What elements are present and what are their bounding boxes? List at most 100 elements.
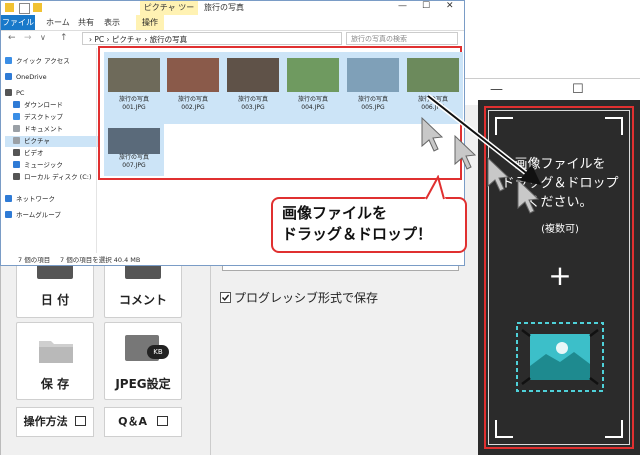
tab-share[interactable]: 共有 xyxy=(78,15,94,30)
nav-item-icon xyxy=(5,89,12,96)
progressive-checkbox[interactable] xyxy=(220,292,231,303)
drop-zone-subtext: (複数可) xyxy=(541,224,579,235)
photo-image xyxy=(108,128,160,154)
nav-item-label: ミュージック xyxy=(24,161,63,169)
nav-item[interactable]: PC xyxy=(5,88,95,99)
nav-item-label: ビデオ xyxy=(24,149,44,157)
nav-item[interactable]: クイック アクセス xyxy=(5,56,95,67)
minimize-button[interactable]: — xyxy=(490,82,503,97)
photo-filename: 006.JPG xyxy=(421,104,445,111)
status-item-count: 7 個の項目 xyxy=(18,256,51,264)
address-bar[interactable]: › PC › ピクチャ › 旅行の写真 xyxy=(82,32,342,45)
search-input[interactable]: 旅行の写真の検索 xyxy=(346,32,458,45)
close-icon[interactable]: ✕ xyxy=(446,1,454,11)
folder-icon xyxy=(5,3,14,12)
photo-filename: 001.JPG xyxy=(122,104,146,111)
properties-icon[interactable] xyxy=(19,3,30,14)
nav-item[interactable]: ピクチャ xyxy=(5,136,103,147)
howto-button[interactable]: 操作方法 xyxy=(16,407,94,437)
tab-home[interactable]: ホーム xyxy=(46,15,70,30)
photo-thumbnail[interactable]: 旅行の写真 007.JPG xyxy=(104,122,164,176)
new-folder-icon[interactable] xyxy=(33,3,42,12)
photo-filename: 007.JPG xyxy=(122,162,146,169)
nav-item-icon xyxy=(13,101,20,108)
ribbon-tabs xyxy=(1,15,464,31)
photo-name: 旅行の写真 xyxy=(417,96,448,103)
photo-name: 旅行の写真 xyxy=(297,96,328,103)
photo-thumbnail[interactable]: 旅行の写真 001.JPG xyxy=(104,52,164,124)
photo-filename: 005.JPG xyxy=(361,104,385,111)
pane-divider xyxy=(96,48,97,253)
nav-item-label: OneDrive xyxy=(16,73,47,81)
drop-zone-line1: 画像ファイルを xyxy=(514,157,606,172)
save-label: 保 存 xyxy=(40,377,70,391)
nav-item[interactable]: ホームグループ xyxy=(5,210,95,221)
nav-item[interactable]: デスクトップ xyxy=(5,112,103,123)
maximize-button[interactable]: ☐ xyxy=(572,82,584,97)
up-icon[interactable]: ↑ xyxy=(60,33,68,43)
howto-label: 操作方法 xyxy=(23,415,68,428)
qa-label: Q＆A xyxy=(118,415,148,428)
nav-item-icon xyxy=(13,137,20,144)
photo-caption: 旅行の写真 001.JPG xyxy=(104,96,164,112)
callout-line1: 画像ファイルを xyxy=(282,204,388,222)
photo-image xyxy=(227,58,279,92)
nav-item[interactable]: ローカル ディスク (C:) xyxy=(5,172,103,183)
photo-filename: 003.JPG xyxy=(241,104,265,111)
nav-item[interactable]: ダウンロード xyxy=(5,100,103,111)
nav-item-label: PC xyxy=(16,89,25,97)
navigation-pane: クイック アクセス OneDrive PC ダウンロードデスクトップドキュメントピクチ… xyxy=(1,48,103,253)
nav-item-label: ネットワーク xyxy=(16,195,55,203)
photo-image xyxy=(407,58,459,92)
photo-caption: 旅行の写真 007.JPG xyxy=(104,154,164,170)
nav-item-icon xyxy=(13,173,20,180)
save-button[interactable]: 保 存 xyxy=(16,322,94,400)
nav-item[interactable]: ミュージック xyxy=(5,160,103,171)
nav-item[interactable]: OneDrive xyxy=(5,72,95,83)
kb-bubble-icon: KB xyxy=(147,345,169,359)
tab-file[interactable]: ファイル xyxy=(1,15,35,30)
photo-caption: 旅行の写真 004.JPG xyxy=(283,96,343,112)
jpeg-settings-button[interactable]: KB JPEG設定 xyxy=(104,322,182,400)
photo-thumbnail[interactable]: 旅行の写真 003.JPG xyxy=(223,52,283,124)
nav-item-label: ピクチャ xyxy=(24,137,50,145)
photo-thumbnail[interactable]: 旅行の写真 005.JPG xyxy=(343,52,403,124)
main-panel xyxy=(210,250,466,455)
picture-tools-tab[interactable]: ピクチャ ツール xyxy=(140,1,198,26)
nav-item-icon xyxy=(13,149,20,156)
back-icon[interactable]: ← xyxy=(8,33,16,43)
drop-zone-line2: ドラッグ＆ドロップ xyxy=(501,176,619,191)
qa-button[interactable]: Q＆A xyxy=(104,407,182,437)
plus-icon: + xyxy=(548,259,572,292)
folder-icon xyxy=(39,341,73,363)
comment-label: コメント xyxy=(118,293,167,307)
book-icon xyxy=(75,416,87,426)
nav-item-label: デスクトップ xyxy=(24,113,63,121)
nav-item-icon xyxy=(5,57,12,64)
photo-name: 旅行の写真 xyxy=(237,96,268,103)
minimize-icon[interactable]: — xyxy=(398,1,407,11)
photo-thumbnail[interactable]: 旅行の写真 002.JPG xyxy=(163,52,223,124)
photo-thumbnail[interactable]: 旅行の写真 004.JPG xyxy=(283,52,343,124)
photo-image xyxy=(347,58,399,92)
photo-image xyxy=(167,58,219,92)
photo-thumbnail[interactable]: 旅行の写真 006.JPG xyxy=(403,52,463,124)
close-icon[interactable]: ✕ xyxy=(610,84,622,100)
tab-view[interactable]: 表示 xyxy=(104,15,120,30)
forward-icon[interactable]: → xyxy=(24,33,32,43)
nav-item-icon xyxy=(5,195,12,202)
callout-line2: ドラッグ＆ドロップ！ xyxy=(282,225,433,243)
photo-image xyxy=(108,58,160,92)
photo-name: 旅行の写真 xyxy=(357,96,388,103)
nav-item[interactable]: ネットワーク xyxy=(5,194,95,205)
recent-icon[interactable]: ∨ xyxy=(40,33,46,42)
nav-item[interactable]: ドキュメント xyxy=(5,124,103,135)
progressive-label: プログレッシブ形式で保存 xyxy=(234,291,379,305)
nav-item[interactable]: ビデオ xyxy=(5,148,103,159)
drop-zone-text: 画像ファイルを ドラッグ＆ドロップ ください。 xyxy=(480,155,640,212)
nav-item-icon xyxy=(13,113,20,120)
nav-item-label: クイック アクセス xyxy=(16,57,70,65)
maximize-icon[interactable]: ☐ xyxy=(422,1,430,11)
tab-manage[interactable]: 操作 xyxy=(136,15,164,30)
nav-item-icon xyxy=(5,211,12,218)
